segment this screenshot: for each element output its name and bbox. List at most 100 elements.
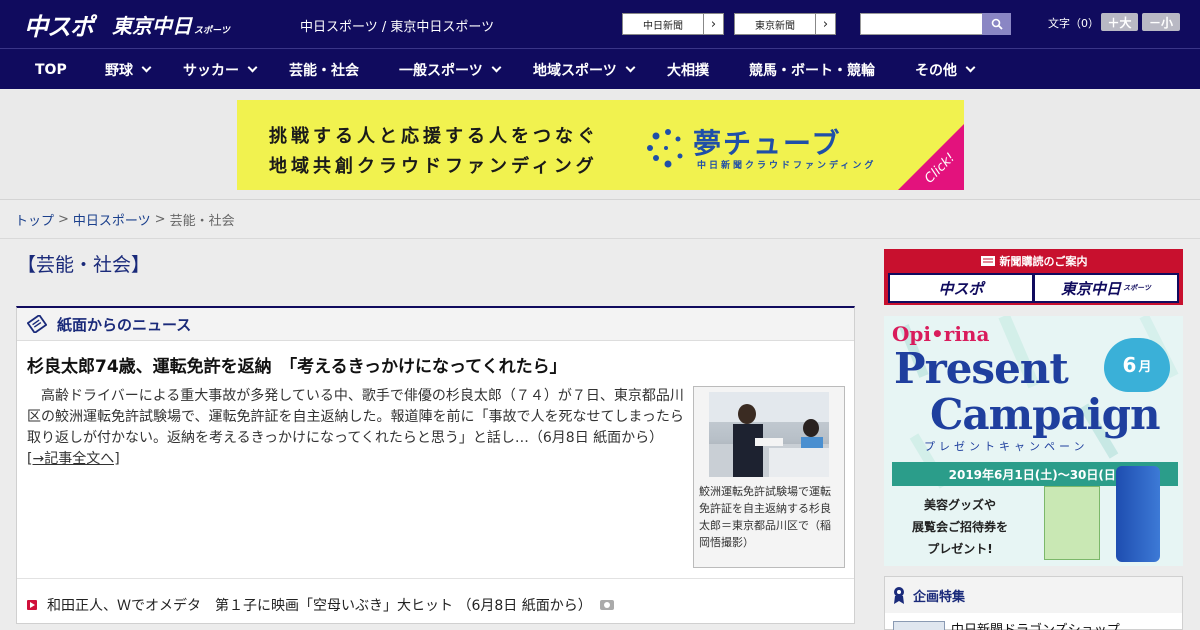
nav-label: 野球: [105, 62, 133, 79]
product-box-image: [1044, 486, 1100, 560]
button-label: 東京新聞: [755, 20, 795, 32]
ribbon-icon: [894, 587, 904, 604]
present-campaign-ad[interactable]: Opi•rina Present Campaign 6月 プレゼントキャンペーン…: [884, 316, 1183, 566]
chevron-down-icon: [247, 62, 258, 73]
breadcrumb-separator: >: [58, 212, 69, 227]
read-more-link[interactable]: [→記事全文へ]: [27, 451, 120, 467]
photo-image: [709, 392, 829, 477]
promo-goods-line: プレゼント!: [927, 542, 993, 556]
promo-month-badge: 6月: [1104, 338, 1170, 392]
nav-racing[interactable]: 競馬・ボート・競輪: [749, 49, 875, 90]
breadcrumb: トップ > 中日スポーツ > 芸能・社会: [0, 201, 1200, 239]
subscription-buttons: 中スポ 東京中日 スポーツ: [888, 273, 1179, 303]
dots-logo-icon: [647, 129, 683, 168]
button-label: 中スポ: [938, 279, 984, 298]
chunichi-sports-logo[interactable]: 中スポ: [24, 8, 94, 41]
chevron-down-icon: [141, 62, 152, 73]
crowdfunding-banner[interactable]: 挑戦する人と応援する人をつなぐ 地域共創クラウドファンディング 夢チューブ 中日…: [237, 100, 964, 190]
promo-goods-line: 展覧会ご招待券を: [912, 520, 1009, 534]
special-item-thumbnail[interactable]: [893, 621, 945, 630]
nav-label: TOP: [35, 61, 67, 78]
nav-label: 地域スポーツ: [533, 62, 617, 79]
nav-soccer[interactable]: サッカー: [183, 49, 258, 90]
nav-label: 芸能・社会: [289, 62, 359, 79]
special-feature-title: 企画特集: [913, 589, 966, 605]
button-sub: スポーツ: [1123, 284, 1151, 292]
subscription-title: 新聞購読のご案内: [999, 255, 1088, 268]
button-label: 東京中日: [1061, 279, 1122, 298]
subscription-header: 新聞購読のご案内: [886, 251, 1181, 271]
article-summary: 高齢ドライバーによる重大事故が多発している中、歌手で俳優の杉良太郎（７４）が７日…: [27, 386, 687, 470]
article-photo[interactable]: 鮫洲運転免許試験場で運転免許証を自主返納する杉良太郎＝東京都品川区で（稲岡悟撮影…: [693, 386, 845, 568]
banner-line1: 挑戦する人と応援する人をつなぐ: [269, 126, 599, 147]
nav-sumo[interactable]: 大相撲: [667, 49, 709, 90]
chevron-down-icon: [965, 62, 976, 73]
banner-brand-sub: 中日新聞クラウドファンディング: [697, 161, 877, 171]
nav-other[interactable]: その他: [915, 49, 976, 90]
camera-icon: [599, 600, 614, 610]
play-bullet-icon: [27, 600, 37, 610]
logo-text: 中スポ: [24, 12, 94, 41]
news-box: 紙面からのニュース 杉良太郎74歳、運転免許を返納 「考えるきっかけになってくれ…: [16, 306, 855, 624]
tokyo-chunichi-logo[interactable]: 東京中日 スポーツ: [112, 8, 230, 40]
promo-goods-line: 美容グッズや: [924, 498, 997, 512]
page-title: 【芸能・社会】: [17, 254, 151, 276]
banner-brand-name: 夢チューブ: [693, 127, 842, 160]
breadcrumb-section[interactable]: 中日スポーツ: [73, 210, 151, 229]
news-box-title: 紙面からのニュース: [57, 315, 192, 334]
nav-label: 一般スポーツ: [399, 62, 483, 79]
promo-title-2: Campaign: [930, 390, 1161, 439]
main-nav: TOP 野球 サッカー 芸能・社会 一般スポーツ 地域スポーツ 大相撲 競馬・ボ…: [0, 48, 1200, 89]
nav-top[interactable]: TOP: [35, 49, 67, 90]
logo-text: 東京中日: [112, 13, 192, 38]
list-item-text: 和田正人、Ｗでオメデタ 第１子に映画「空母いぶき」大ヒット （6月8日 紙面から…: [47, 598, 592, 614]
button-label: 中日新聞: [643, 20, 683, 32]
chevron-down-icon: [625, 62, 636, 73]
newspaper-icon: [980, 256, 995, 266]
chunichi-shimbun-button[interactable]: 中日新聞 ›: [622, 13, 724, 35]
special-feature-header: 企画特集: [885, 577, 1182, 613]
newspaper-icon: [27, 315, 47, 333]
nav-regional-sports[interactable]: 地域スポーツ: [533, 49, 636, 90]
promo-title-1: Present: [894, 344, 1069, 393]
divider: [17, 578, 854, 579]
search-icon: [991, 18, 1003, 30]
photo-caption: 鮫洲運転免許試験場で運転免許証を自主返納する杉良太郎＝東京都品川区で（稲岡悟撮影…: [699, 485, 831, 549]
promo-kana: プレゼントキャンペーン: [924, 440, 1089, 453]
promo-goods: 美容グッズや 展覧会ご招待券を プレゼント!: [912, 494, 1008, 560]
month-number: 6: [1122, 353, 1137, 377]
font-size-label: 文字（0）: [1048, 17, 1099, 30]
article-headline[interactable]: 杉良太郎74歳、運転免許を返納 「考えるきっかけになってくれたら」: [27, 352, 567, 377]
chevron-right-icon: ›: [703, 14, 723, 34]
breadcrumb-current: 芸能・社会: [169, 214, 235, 229]
special-feature-box: 企画特集 中日新聞ドラゴンズショップ: [884, 576, 1183, 630]
promo-brand: Opi•rina: [892, 322, 990, 346]
breadcrumb-top[interactable]: トップ: [15, 210, 54, 229]
chevron-right-icon: ›: [815, 14, 835, 34]
special-item-link[interactable]: 中日新聞ドラゴンズショップ: [951, 619, 1120, 630]
list-item[interactable]: 和田正人、Ｗでオメデタ 第１子に映画「空母いぶき」大ヒット （6月8日 紙面から…: [27, 595, 614, 615]
month-unit: 月: [1138, 359, 1152, 375]
site-links[interactable]: 中日スポーツ / 東京中日スポーツ: [300, 16, 494, 35]
nav-label: サッカー: [183, 62, 239, 79]
banner-area: 挑戦する人と応援する人をつなぐ 地域共創クラウドファンディング 夢チューブ 中日…: [0, 90, 1200, 200]
font-bigger-button[interactable]: ＋大: [1101, 13, 1138, 31]
nav-baseball[interactable]: 野球: [105, 49, 152, 90]
nav-entertainment[interactable]: 芸能・社会: [289, 49, 359, 90]
nav-label: 大相撲: [667, 62, 709, 79]
news-box-header: 紙面からのニュース: [17, 308, 854, 341]
tokyo-shimbun-button[interactable]: 東京新聞 ›: [734, 13, 836, 35]
product-bottle-image: [1116, 466, 1160, 562]
logo-sub: スポーツ: [194, 25, 230, 36]
subscription-box: 新聞購読のご案内 中スポ 東京中日 スポーツ: [884, 249, 1183, 305]
subscribe-tokyo-button[interactable]: 東京中日 スポーツ: [1035, 275, 1177, 301]
site-header: 中スポ 東京中日 スポーツ 中日スポーツ / 東京中日スポーツ 中日新聞 › 東京…: [0, 0, 1200, 48]
banner-line2: 地域共創クラウドファンディング: [269, 156, 598, 177]
search-input[interactable]: [860, 13, 983, 35]
subscribe-chunichi-button[interactable]: 中スポ: [890, 275, 1032, 301]
font-smaller-button[interactable]: －小: [1142, 13, 1180, 31]
article-body-text: 高齢ドライバーによる重大事故が多発している中、歌手で俳優の杉良太郎（７４）が７日…: [27, 388, 684, 446]
nav-general-sports[interactable]: 一般スポーツ: [399, 49, 502, 90]
search-button[interactable]: [982, 13, 1011, 35]
nav-label: 競馬・ボート・競輪: [749, 62, 875, 79]
